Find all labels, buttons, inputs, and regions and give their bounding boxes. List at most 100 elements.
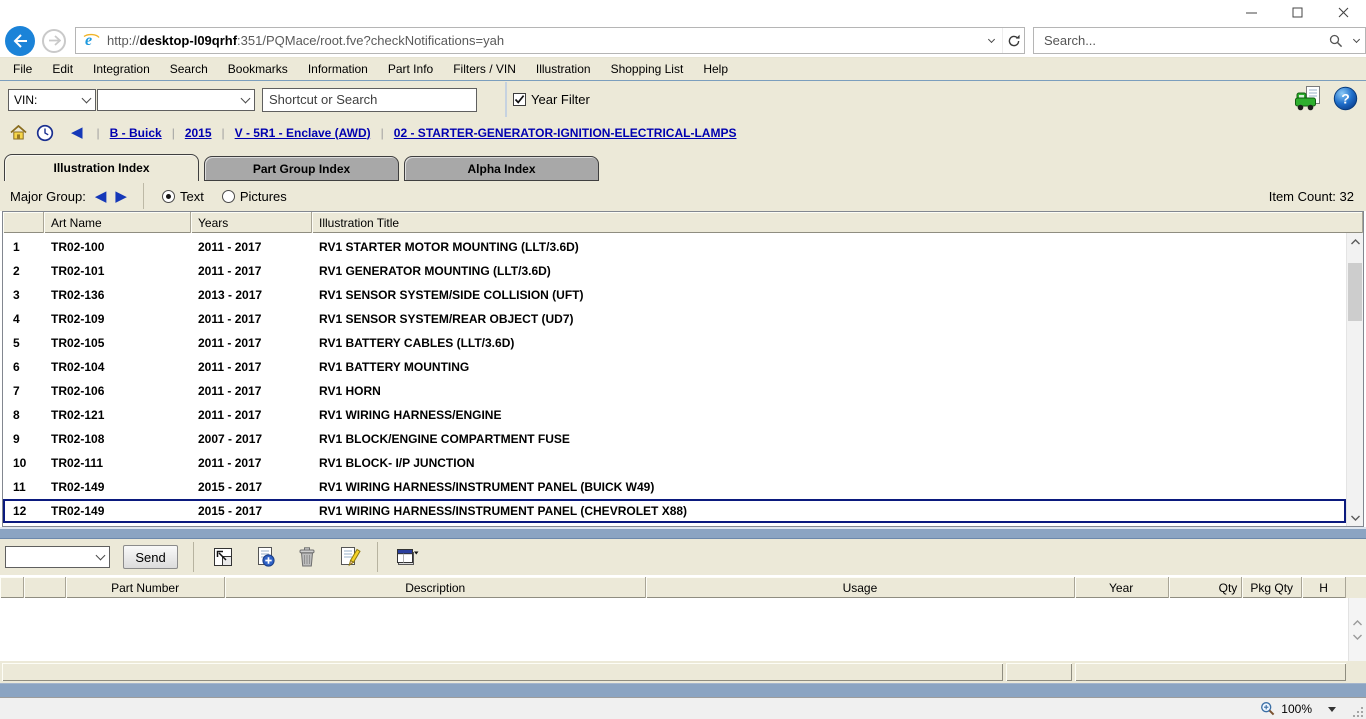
send-button[interactable]: Send: [123, 545, 178, 569]
minimize-button[interactable]: [1228, 0, 1274, 24]
menu-item-shopping-list[interactable]: Shopping List: [601, 62, 694, 76]
menu-item-search[interactable]: Search: [160, 62, 218, 76]
column-options-button[interactable]: [394, 544, 420, 570]
major-group-next-button[interactable]: ▶: [115, 189, 127, 204]
parts-column-pkg-qty[interactable]: Pkg Qty: [1242, 577, 1302, 598]
scrollbar-thumb[interactable]: [1348, 263, 1362, 321]
parts-column-blank[interactable]: [24, 577, 66, 598]
menu-item-edit[interactable]: Edit: [42, 62, 83, 76]
column-header-art-name[interactable]: Art Name: [44, 212, 191, 233]
splitter-bar[interactable]: [0, 527, 1366, 539]
parts-column-qty[interactable]: Qty: [1169, 577, 1243, 598]
parts-column-h[interactable]: H: [1302, 577, 1346, 598]
scroll-up-button[interactable]: [1347, 233, 1363, 250]
cell-art-name: TR02-100: [44, 240, 191, 254]
menu-item-bookmarks[interactable]: Bookmarks: [218, 62, 298, 76]
parts-column-description[interactable]: Description: [225, 577, 646, 598]
menu-item-filters-vin[interactable]: Filters / VIN: [443, 62, 526, 76]
menu-item-illustration[interactable]: Illustration: [526, 62, 601, 76]
illustration-table-body: 1TR02-1002011 - 2017RV1 STARTER MOTOR MO…: [3, 233, 1363, 526]
illustration-row-9[interactable]: 9TR02-1082007 - 2017RV1 BLOCK/ENGINE COM…: [3, 427, 1346, 451]
menu-item-integration[interactable]: Integration: [83, 62, 160, 76]
parts-column-usage[interactable]: Usage: [646, 577, 1075, 598]
search-dropdown-button[interactable]: [1347, 28, 1365, 53]
vehicle-report-button[interactable]: [1294, 85, 1324, 115]
illustration-table: Art NameYearsIllustration Title 1TR02-10…: [2, 211, 1364, 527]
illustration-row-2[interactable]: 2TR02-1012011 - 2017RV1 GENERATOR MOUNTI…: [3, 259, 1346, 283]
breadcrumb-link-b-buick[interactable]: B - Buick: [110, 126, 162, 140]
radio-option-text[interactable]: Text: [162, 189, 204, 204]
menu-item-part-info[interactable]: Part Info: [378, 62, 443, 76]
illustration-row-1[interactable]: 1TR02-1002011 - 2017RV1 STARTER MOTOR MO…: [3, 235, 1346, 259]
illustration-row-6[interactable]: 6TR02-1042011 - 2017RV1 BATTERY MOUNTING: [3, 355, 1346, 379]
illustration-row-11[interactable]: 11TR02-1492015 - 2017RV1 WIRING HARNESS/…: [3, 475, 1346, 499]
illustration-row-12[interactable]: 12TR02-1492015 - 2017RV1 WIRING HARNESS/…: [3, 499, 1346, 523]
back-button[interactable]: [5, 26, 35, 56]
menu-item-help[interactable]: Help: [693, 62, 738, 76]
breadcrumb-link-v-5r1-enclave-awd[interactable]: V - 5R1 - Enclave (AWD): [235, 126, 371, 140]
tab-alpha-index[interactable]: Alpha Index: [404, 156, 599, 181]
address-dropdown-button[interactable]: [980, 28, 1002, 53]
cell-years: 2015 - 2017: [191, 480, 312, 494]
cell-art-name: TR02-104: [44, 360, 191, 374]
forward-button[interactable]: [42, 29, 66, 53]
cell-title: RV1 BATTERY MOUNTING: [312, 360, 1346, 374]
history-button[interactable]: [36, 124, 54, 142]
search-button[interactable]: [1325, 28, 1347, 53]
chevron-down-icon: [1352, 35, 1359, 42]
column-header-blank[interactable]: [3, 212, 44, 233]
cell-years: 2011 - 2017: [191, 384, 312, 398]
breadcrumb-link-2015[interactable]: 2015: [185, 126, 212, 140]
delete-button[interactable]: [294, 544, 320, 570]
illustration-row-4[interactable]: 4TR02-1092011 - 2017RV1 SENSOR SYSTEM/RE…: [3, 307, 1346, 331]
shortcut-search-input[interactable]: [262, 88, 477, 112]
zoom-control[interactable]: 100%: [1260, 701, 1336, 717]
column-header-years[interactable]: Years: [191, 212, 312, 233]
cell-num: 6: [3, 360, 44, 374]
add-part-button[interactable]: [252, 544, 278, 570]
cell-title: RV1 WIRING HARNESS/INSTRUMENT PANEL (CHE…: [312, 504, 1346, 518]
chevron-down-icon: [1351, 515, 1360, 521]
open-illustration-button[interactable]: [210, 544, 236, 570]
tab-part-group-index[interactable]: Part Group Index: [204, 156, 399, 181]
vehicle-combobox[interactable]: [97, 89, 255, 111]
help-button[interactable]: ?: [1333, 86, 1358, 114]
column-header-illustration-title[interactable]: Illustration Title: [312, 212, 1363, 233]
browser-search-box: [1033, 27, 1366, 54]
year-filter-checkbox[interactable]: [513, 93, 526, 106]
illustration-row-3[interactable]: 3TR02-1362013 - 2017RV1 SENSOR SYSTEM/SI…: [3, 283, 1346, 307]
scroll-down-button[interactable]: [1347, 509, 1363, 526]
menu-item-information[interactable]: Information: [298, 62, 378, 76]
illustration-row-7[interactable]: 7TR02-1062011 - 2017RV1 HORN: [3, 379, 1346, 403]
tab-illustration-index[interactable]: Illustration Index: [4, 154, 199, 181]
close-button[interactable]: [1320, 0, 1366, 24]
edit-notes-button[interactable]: [336, 544, 362, 570]
address-bar[interactable]: e http://desktop-l09qrhf:351/PQMace/root…: [75, 27, 1025, 54]
breadcrumb-link-02-starter-generator-ignition-electrical-lamps[interactable]: 02 - STARTER-GENERATOR-IGNITION-ELECTRIC…: [394, 126, 737, 140]
breadcrumb-back-button[interactable]: ◀: [71, 125, 83, 140]
item-count: Item Count: 32: [1269, 189, 1354, 204]
radio-option-pictures[interactable]: Pictures: [222, 189, 287, 204]
illustration-row-8[interactable]: 8TR02-1212011 - 2017RV1 WIRING HARNESS/E…: [3, 403, 1346, 427]
parts-column-blank[interactable]: [0, 577, 24, 598]
year-filter-toggle[interactable]: Year Filter: [513, 92, 590, 107]
cell-num: 1: [3, 240, 44, 254]
chevron-up-icon: [1351, 239, 1360, 245]
resize-grip[interactable]: [1352, 706, 1364, 718]
illustration-row-5[interactable]: 5TR02-1052011 - 2017RV1 BATTERY CABLES (…: [3, 331, 1346, 355]
maximize-button[interactable]: [1274, 0, 1320, 24]
quantity-combobox[interactable]: [5, 546, 110, 568]
search-input[interactable]: [1034, 33, 1325, 48]
parts-column-year[interactable]: Year: [1075, 577, 1169, 598]
vin-combobox[interactable]: VIN:: [8, 89, 96, 111]
vertical-scrollbar[interactable]: [1346, 233, 1363, 526]
chevron-down-icon: [236, 90, 254, 110]
refresh-button[interactable]: [1002, 28, 1024, 53]
home-button[interactable]: [10, 125, 27, 140]
major-group-prev-button[interactable]: ◀: [95, 189, 107, 204]
menu-item-file[interactable]: File: [3, 62, 42, 76]
zoom-dropdown-caret[interactable]: [1328, 707, 1336, 712]
parts-column-part-number[interactable]: Part Number: [66, 577, 226, 598]
illustration-row-10[interactable]: 10TR02-1112011 - 2017RV1 BLOCK- I/P JUNC…: [3, 451, 1346, 475]
parts-scrollbar[interactable]: [1348, 598, 1366, 661]
